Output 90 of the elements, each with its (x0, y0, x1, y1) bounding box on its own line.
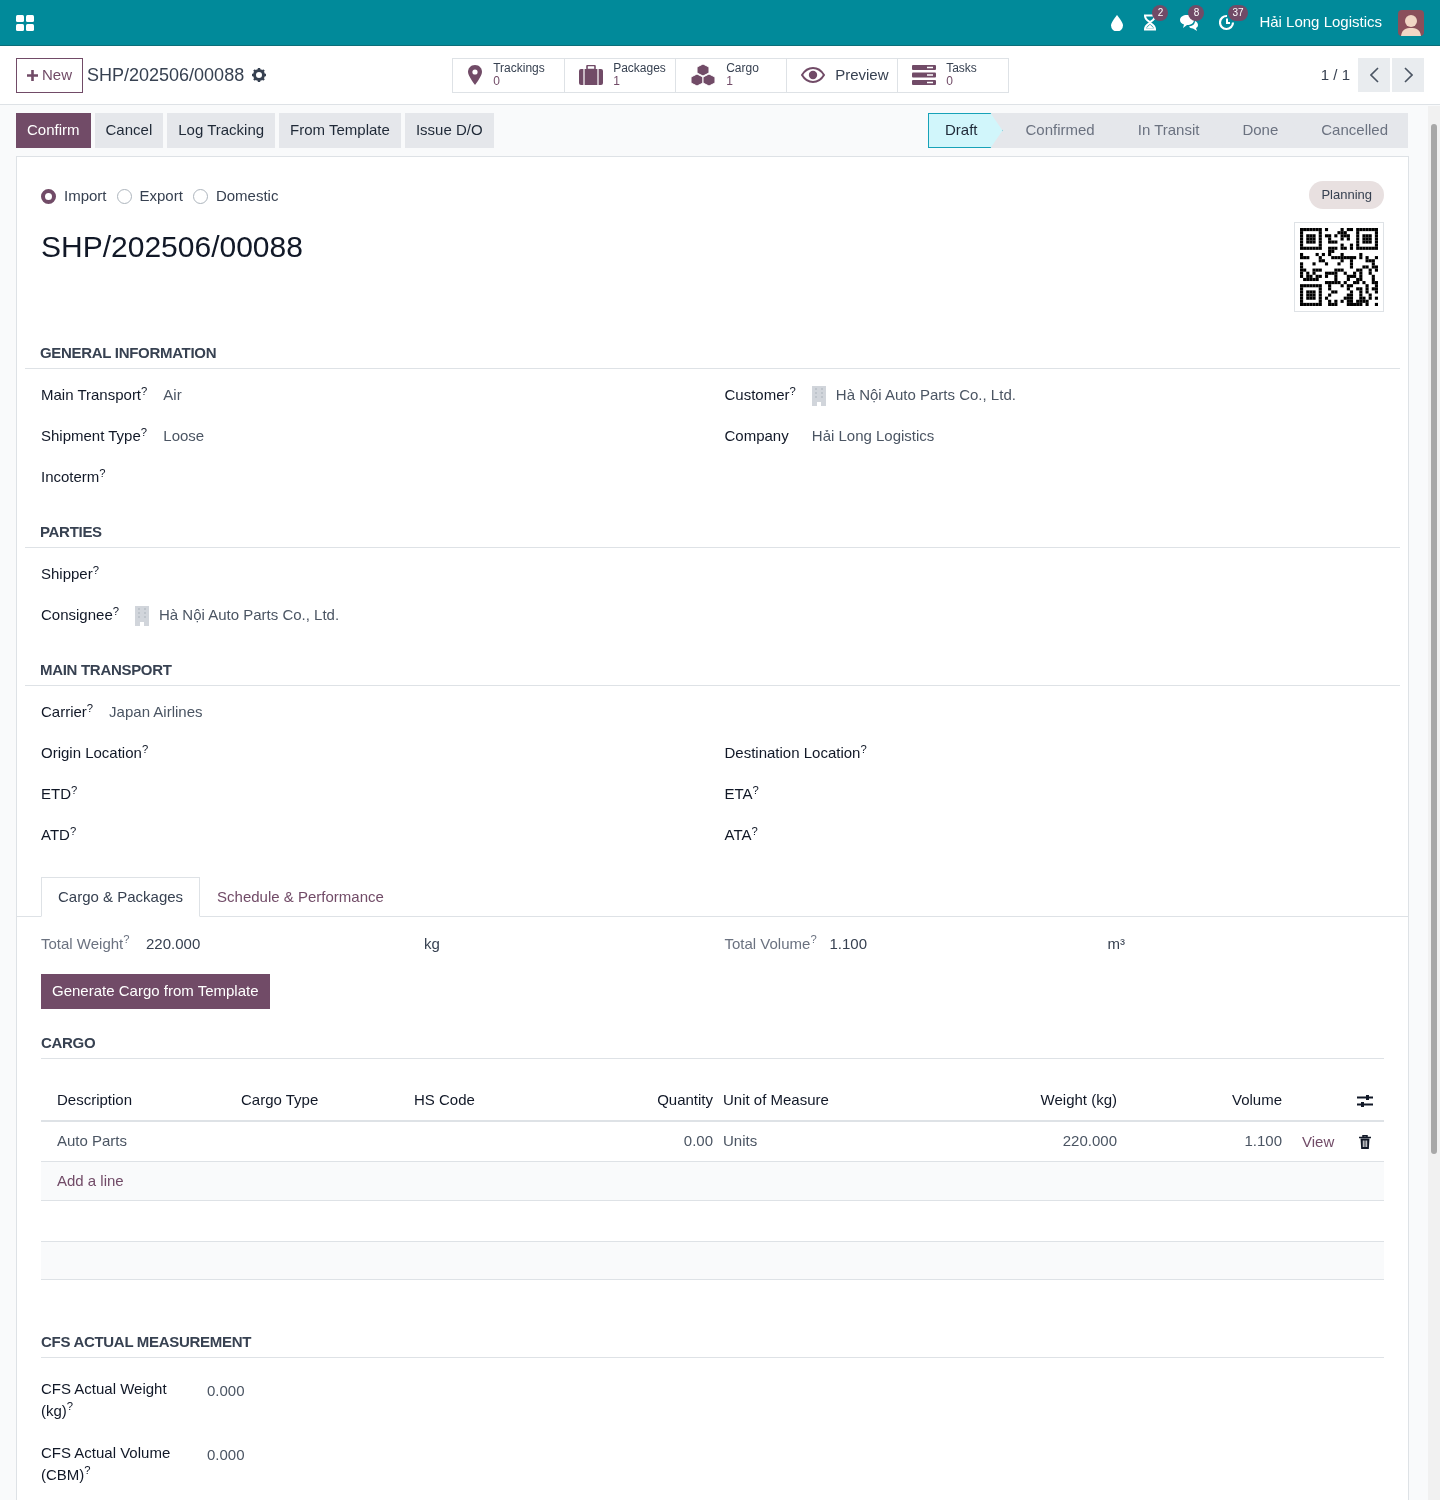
building-icon (811, 385, 826, 406)
field-label: ETA$^{?}$ (724, 783, 759, 805)
count-badge: 8 (1188, 5, 1205, 21)
field-label: ATA$^{?}$ (724, 824, 758, 846)
section-heading: CARGO (41, 1034, 96, 1051)
new-button[interactable]: New (16, 57, 83, 93)
pager-value: 1 / 1 (1320, 64, 1350, 85)
column-header[interactable]: Description (41, 1089, 225, 1112)
field-label: Carrier$^{?}$ (41, 701, 94, 723)
field-label: CFS Actual Weight (kg)$^{?}$ (41, 1379, 168, 1421)
field-label: Incoterm$^{?}$ (41, 466, 106, 488)
radio-option[interactable]: Export (116, 184, 183, 208)
field-value: 220.000 (146, 933, 202, 954)
column-header[interactable]: Weight (kg) (900, 1089, 1125, 1112)
field-label: Shipment Type$^{?}$ (41, 425, 148, 447)
field-label: Total Volume$^{?}$ (724, 932, 818, 954)
field-value: Hà Nội Auto Parts Co., Ltd. (835, 385, 1016, 406)
status-stage[interactable]: Draft (928, 113, 1003, 148)
company-name[interactable]: Hải Long Logistics (1259, 11, 1382, 34)
apps-menu-icon[interactable] (16, 14, 34, 31)
droplet-icon[interactable] (1111, 14, 1124, 31)
field-value: Hà Nội Auto Parts Co., Ltd. (159, 605, 340, 626)
count-badge: 2 (1152, 5, 1169, 21)
field-label: ETD$^{?}$ (41, 783, 78, 805)
field-label: Destination Location$^{?}$ (724, 742, 867, 764)
table-cell: 220.000 (1062, 1132, 1117, 1150)
trash-icon[interactable] (1358, 1134, 1371, 1149)
section-heading: PARTIES (40, 523, 102, 540)
cubes-icon (690, 64, 717, 86)
eye-icon (801, 67, 826, 83)
field-label: Origin Location$^{?}$ (41, 742, 149, 764)
field-value: Loose (163, 426, 205, 447)
table-cell: 1.100 (1244, 1132, 1282, 1150)
field-value: Japan Airlines (109, 702, 203, 723)
action-button[interactable]: From Template (279, 113, 401, 148)
field-label: Shipper$^{?}$ (41, 563, 99, 585)
table-cell: Units (723, 1132, 758, 1150)
settings-icon[interactable] (252, 68, 267, 82)
field-label: Main Transport$^{?}$ (41, 384, 148, 406)
field-value: 1.100 (829, 933, 869, 954)
action-button[interactable]: Confirm (16, 113, 91, 148)
table-cell: Auto Parts (57, 1132, 128, 1150)
unit-label: kg (424, 933, 440, 954)
column-header[interactable]: Quantity (560, 1089, 717, 1112)
sliders-icon[interactable] (1356, 1093, 1373, 1108)
field-value: 0.000 (207, 1446, 245, 1463)
unit-label: m³ (1107, 933, 1125, 954)
field-label: Total Weight$^{?}$ (41, 932, 131, 954)
briefcase-icon (579, 65, 604, 85)
scrollbar[interactable] (1428, 106, 1440, 1500)
stage-tag: Planning (1309, 181, 1384, 209)
record-name: SHP/202506/00088 (87, 63, 245, 87)
tab[interactable]: Cargo & Packages (41, 877, 201, 917)
task-list-icon (912, 65, 937, 85)
field-label: ATD$^{?}$ (41, 824, 77, 846)
building-icon (135, 605, 149, 626)
chevron-right-icon (1403, 67, 1413, 83)
section-heading: CFS ACTUAL MEASUREMENT (41, 1333, 252, 1350)
radio-option[interactable]: Import (41, 184, 107, 208)
count-badge: 37 (1228, 5, 1248, 21)
column-header[interactable]: Volume (1125, 1089, 1290, 1112)
column-header[interactable]: Unit of Measure (717, 1089, 900, 1112)
column-header[interactable]: HS Code (399, 1089, 560, 1112)
section-heading: GENERAL INFORMATION (40, 344, 217, 361)
view-link[interactable]: View (1302, 1132, 1335, 1150)
field-value: 0.000 (207, 1382, 245, 1399)
chevron-left-icon (1369, 67, 1379, 83)
generate-button[interactable]: Generate Cargo from Template (41, 974, 270, 1009)
table-cell: 0.00 (683, 1132, 713, 1150)
action-button[interactable]: Cancel (94, 113, 164, 148)
field-label: Consignee$^{?}$ (41, 604, 119, 626)
clock-icon[interactable] (1219, 14, 1236, 31)
tab[interactable]: Schedule & Performance (200, 877, 401, 917)
previous-button[interactable] (1358, 58, 1390, 92)
field-label: Customer$^{?}$ (724, 384, 796, 406)
next-button[interactable] (1392, 58, 1424, 92)
map-pin-icon (467, 65, 484, 85)
radio-option[interactable]: Domestic (192, 184, 279, 208)
field-label: CFS Actual Volume (CBM)$^{?}$ (41, 1443, 172, 1485)
add-line-link[interactable]: Add a line (57, 1169, 124, 1193)
action-button[interactable]: Log Tracking (167, 113, 276, 148)
field-value: Hải Long Logistics (811, 426, 935, 447)
user-avatar[interactable] (1398, 9, 1424, 36)
field-label: Company (724, 426, 789, 447)
column-header[interactable]: Cargo Type (225, 1089, 399, 1112)
section-heading: MAIN TRANSPORT (40, 661, 172, 678)
record-title: SHP/202506/00088 (41, 229, 304, 265)
plus-icon (27, 69, 38, 81)
action-button[interactable]: Issue D/O (404, 113, 494, 148)
field-value: Air (163, 385, 182, 406)
